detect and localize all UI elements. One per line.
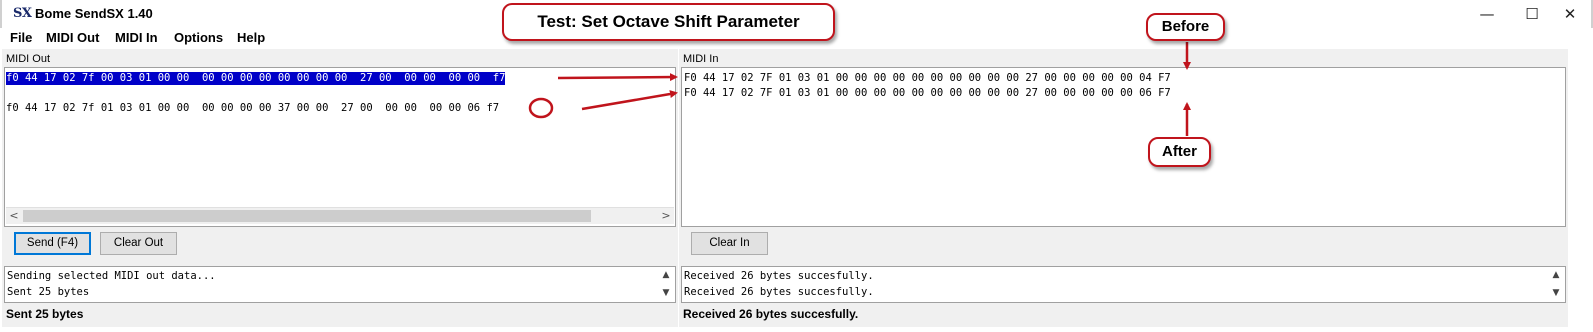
midi-in-line-2[interactable]: F0 44 17 02 7F 01 03 01 00 00 00 00 00 0… (684, 87, 1171, 100)
midi-in-log[interactable]: Received 26 bytes succesfully. Received … (681, 266, 1566, 303)
midi-out-line-selected[interactable]: f0 44 17 02 7f 00 03 01 00 00 00 00 00 0… (6, 72, 506, 85)
clear-in-button[interactable]: Clear In (691, 232, 768, 255)
midi-out-line-2[interactable]: f0 44 17 02 7f 01 03 01 00 00 00 00 00 0… (6, 102, 499, 115)
annotation-after: After (1148, 137, 1211, 167)
send-button[interactable]: Send (F4) (14, 232, 91, 255)
midi-in-log-line-2: Received 26 bytes succesfully. (684, 286, 874, 298)
scroll-left-icon[interactable]: < (6, 208, 22, 225)
midi-out-line-2-text: f0 44 17 02 7f 01 03 01 00 00 00 00 00 0… (6, 102, 468, 114)
midi-out-label: MIDI Out (6, 53, 51, 65)
menu-file[interactable]: File (10, 30, 32, 45)
midi-in-label: MIDI In (683, 53, 719, 65)
clear-out-button[interactable]: Clear Out (100, 232, 177, 255)
close-button[interactable]: ✕ (1548, 2, 1592, 26)
menu-midi-out[interactable]: MIDI Out (46, 30, 99, 45)
midi-out-line-2-end: f7 (480, 102, 500, 114)
midi-out-line-2-highlight: 06 (467, 102, 481, 114)
app-icon: SX (13, 6, 32, 21)
log-scroll-up-icon[interactable]: ▲ (659, 269, 673, 282)
midi-out-hscrollbar[interactable]: < > (6, 207, 674, 224)
log-scroll-down-icon[interactable]: ▼ (659, 287, 673, 300)
annotation-before: Before (1146, 13, 1225, 41)
scroll-right-icon[interactable]: > (658, 208, 674, 225)
midi-out-log-line-1: Sending selected MIDI out data... (7, 270, 216, 282)
menu-midi-in[interactable]: MIDI In (115, 30, 158, 45)
minimize-button[interactable]: — (1465, 2, 1509, 26)
menu-help[interactable]: Help (237, 30, 265, 45)
status-out: Sent 25 bytes (2, 305, 678, 327)
log-scroll-up-icon[interactable]: ▲ (1549, 269, 1563, 282)
scroll-thumb[interactable] (23, 210, 591, 222)
status-in: Received 26 bytes succesfully. (679, 305, 1568, 327)
window-title: Bome SendSX 1.40 (35, 6, 153, 21)
midi-in-log-line-1: Received 26 bytes succesfully. (684, 270, 874, 282)
midi-in-line-1[interactable]: F0 44 17 02 7F 01 03 01 00 00 00 00 00 0… (684, 72, 1171, 85)
midi-out-log[interactable]: Sending selected MIDI out data... Sent 2… (4, 266, 676, 303)
midi-in-editor[interactable]: F0 44 17 02 7F 01 03 01 00 00 00 00 00 0… (681, 67, 1566, 227)
menu-options[interactable]: Options (174, 30, 223, 45)
log-scroll-down-icon[interactable]: ▼ (1549, 287, 1563, 300)
midi-out-log-line-2: Sent 25 bytes (7, 286, 90, 298)
annotation-title: Test: Set Octave Shift Parameter (502, 3, 835, 41)
midi-out-editor[interactable]: f0 44 17 02 7f 00 03 01 00 00 00 00 00 0… (4, 67, 676, 227)
